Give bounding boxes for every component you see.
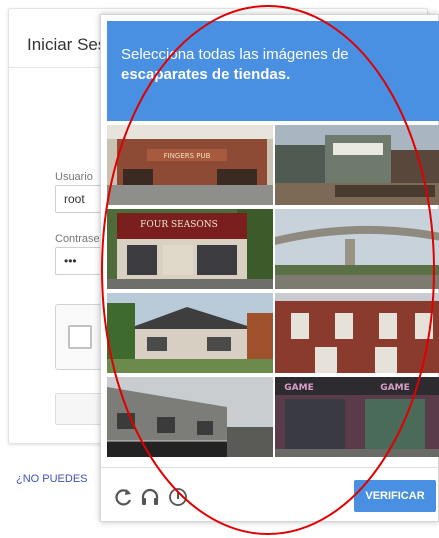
captcha-grid: FINGERS PUB FOUR SEASONS GAME GAME (107, 125, 439, 461)
captcha-footer: VERIFICAR (101, 467, 439, 523)
captcha-target: escaparates de tiendas. (121, 66, 291, 83)
username-label: Usuario (55, 171, 93, 183)
captcha-tile-5[interactable] (107, 293, 273, 373)
captcha-tile-3[interactable]: FOUR SEASONS (107, 209, 273, 289)
captcha-tile-4[interactable] (275, 209, 439, 289)
svg-text:FINGERS PUB: FINGERS PUB (164, 152, 211, 160)
login-title: Iniciar Ses (27, 35, 107, 54)
recaptcha-checkbox[interactable] (68, 325, 92, 349)
password-label: Contrase (55, 233, 100, 245)
page: Iniciar Ses Usuario root Contrase ••• ¿N… (0, 0, 439, 538)
captcha-tile-6[interactable] (275, 293, 439, 373)
captcha-instruction: Selecciona todas las imágenes de (121, 46, 349, 63)
captcha-tile-1[interactable]: FINGERS PUB (107, 125, 273, 205)
info-icon[interactable] (167, 486, 189, 508)
audio-icon[interactable] (139, 486, 161, 508)
verify-button[interactable]: VERIFICAR (354, 480, 436, 512)
captcha-tile-7[interactable] (107, 377, 273, 457)
captcha-tile-8[interactable]: GAME GAME (275, 377, 439, 457)
captcha-header: Selecciona todas las imágenes de escapar… (107, 21, 439, 121)
captcha-tile-2[interactable] (275, 125, 439, 205)
captcha-challenge: Selecciona todas las imágenes de escapar… (100, 14, 439, 522)
svg-text:FOUR SEASONS: FOUR SEASONS (140, 220, 218, 230)
svg-text:GAME: GAME (284, 383, 313, 393)
svg-text:GAME: GAME (380, 383, 409, 393)
forgot-link[interactable]: ¿NO PUEDES (16, 473, 88, 485)
reload-icon[interactable] (113, 486, 135, 508)
